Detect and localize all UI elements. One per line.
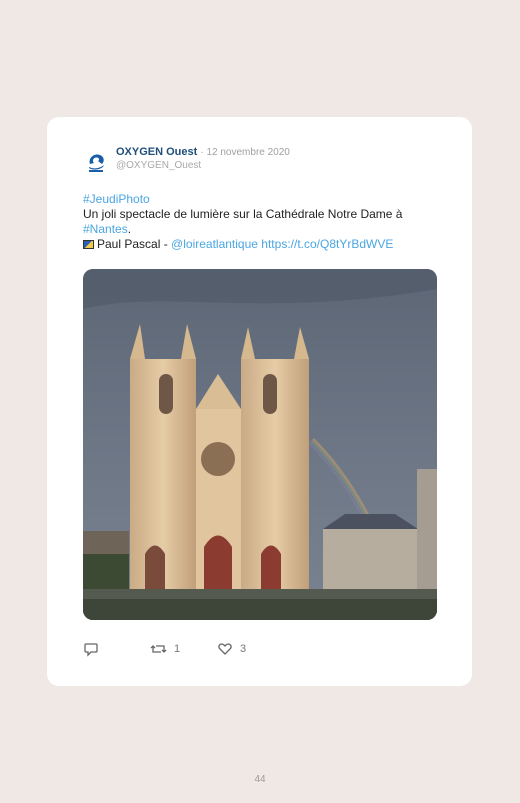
tweet-text-period: . (127, 222, 132, 236)
tweet-url-link[interactable]: https://t.co/Q8tYrBdWVE (261, 237, 393, 251)
reply-icon (84, 643, 98, 657)
tweet-actions: 1 3 (83, 641, 383, 659)
author-name[interactable]: OXYGEN Ouest (116, 146, 197, 158)
mention-loireatlantique[interactable]: @loireatlantique (171, 237, 258, 251)
tweet-text-line-1: Un joli spectacle de lumière sur la Cath… (83, 207, 403, 221)
retweet-icon (150, 645, 167, 653)
page-number: 44 (254, 774, 266, 785)
author-handle[interactable]: @OXYGEN_Ouest (116, 160, 201, 171)
like-button[interactable]: 3 (217, 641, 246, 657)
cathedral-photo-image (83, 269, 437, 620)
heart-icon (218, 643, 232, 655)
tweet-card: OXYGEN Ouest · 12 novembre 2020 @OXYGEN_… (47, 117, 472, 686)
oxygen-logo-avatar[interactable] (84, 150, 108, 174)
tweet-text: #JeudiPhoto Un joli spectacle de lumière… (83, 192, 453, 252)
author-line: OXYGEN Ouest · 12 novembre 2020 (116, 146, 290, 158)
photo-credit: Paul Pascal - (97, 237, 172, 251)
oxygen-logo-icon (87, 152, 105, 172)
retweet-count: 1 (174, 643, 181, 655)
like-count: 3 (240, 643, 247, 655)
photo-credit-icon (83, 240, 94, 249)
hashtag-nantes[interactable]: #Nantes (83, 222, 128, 236)
tweet-photo[interactable] (83, 269, 437, 620)
retweet-button[interactable]: 1 (150, 641, 180, 657)
hashtag-jeudiphoto[interactable]: #JeudiPhoto (83, 192, 453, 207)
tweet-date[interactable]: · 12 novembre 2020 (200, 147, 290, 158)
reply-button[interactable] (83, 641, 106, 657)
